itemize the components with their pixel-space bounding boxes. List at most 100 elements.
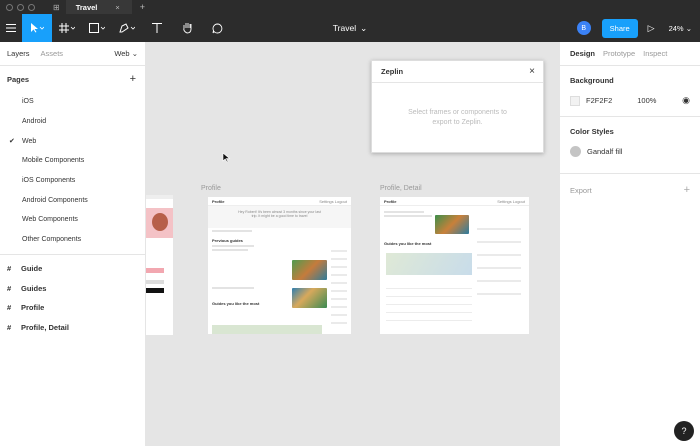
page-item-other-components[interactable]: Other Components — [0, 230, 145, 250]
page-label: Web Components — [22, 216, 78, 224]
text-tool-button[interactable] — [142, 14, 172, 42]
layer-frame-guide[interactable]: # Guide — [0, 259, 145, 279]
frame-profile-detail[interactable]: Profile Settings Logout Guides you like t… — [380, 197, 529, 334]
tab-design[interactable]: Design — [570, 49, 595, 58]
page-item-ios[interactable]: iOS — [0, 92, 145, 112]
frame-icon — [59, 23, 75, 33]
layer-label: Guide — [21, 263, 43, 273]
frame-icon: # — [7, 303, 12, 313]
hamburger-icon — [6, 24, 16, 32]
zeplin-title: Zeplin — [381, 67, 404, 76]
background-opacity-input[interactable]: 100% — [637, 96, 656, 105]
page-item-android-components[interactable]: Android Components — [0, 190, 145, 210]
frame-header: Profile Settings Logout — [208, 197, 351, 206]
toolbar: Travel ⌄ B Share ▷ 24% ⌄ — [0, 14, 700, 42]
minimize-window-button[interactable] — [17, 3, 24, 11]
zeplin-message: Select frames or components to export to… — [408, 109, 507, 126]
page-label: Other Components — [22, 236, 82, 244]
frame-profile[interactable]: Profile Settings Logout Hey Robert! It's … — [208, 197, 351, 334]
frame-text-line — [212, 249, 248, 251]
comment-tool-button[interactable] — [202, 14, 232, 42]
frame-label-profile[interactable]: Profile — [201, 185, 221, 192]
background-hex-input[interactable]: F2F2F2 — [586, 96, 612, 105]
current-page-selector[interactable]: Web ⌄ — [114, 49, 138, 58]
guides-table — [386, 281, 472, 321]
frame-label-profile-detail[interactable]: Profile, Detail — [380, 185, 422, 192]
move-tool-button[interactable] — [22, 14, 52, 42]
add-export-button[interactable]: + — [684, 184, 690, 196]
mouse-cursor-icon — [222, 152, 231, 163]
friends-list — [477, 217, 521, 299]
tab-close-icon[interactable]: × — [115, 3, 119, 12]
close-icon[interactable]: × — [529, 66, 535, 77]
frame-header-title: Profile — [384, 198, 397, 204]
zoom-dropdown[interactable]: 24% ⌄ — [669, 24, 692, 33]
color-style-item[interactable]: Gandalf fill — [570, 146, 690, 157]
help-button[interactable]: ? — [674, 421, 694, 441]
shape-tool-button[interactable] — [82, 14, 112, 42]
color-style-swatch — [570, 146, 581, 157]
guide-thumbnail — [292, 288, 327, 308]
eye-icon[interactable]: ◉ — [682, 95, 690, 106]
page-item-android[interactable]: Android — [0, 112, 145, 132]
layer-label: Profile — [21, 303, 45, 313]
frame-text-line — [212, 245, 254, 247]
title-bar: ⊞ Travel × + — [0, 0, 700, 14]
chevron-down-icon: ⌄ — [360, 22, 368, 33]
main-menu-button[interactable] — [0, 14, 22, 42]
page-item-web[interactable]: ✔ Web — [0, 131, 145, 151]
rectangle-icon — [89, 23, 105, 33]
add-page-button[interactable]: + — [130, 73, 136, 85]
avatar[interactable]: B — [576, 21, 591, 35]
page-label: Android — [22, 118, 47, 126]
hand-tool-button[interactable] — [172, 14, 202, 42]
export-section: Export + — [560, 174, 700, 206]
cursor-icon — [31, 23, 44, 33]
background-section: Background F2F2F2 100% ◉ — [560, 66, 700, 117]
frame-icon: # — [7, 263, 12, 273]
close-window-button[interactable] — [6, 3, 13, 11]
frame-tool-button[interactable] — [52, 14, 82, 42]
layer-frame-profile-detail[interactable]: # Profile, Detail — [0, 318, 145, 338]
page-item-mobile-components[interactable]: Mobile Components — [0, 151, 145, 171]
frame-banner: Hey Robert! It's been almost 3 months si… — [208, 206, 351, 228]
file-browser-icon[interactable]: ⊞ — [53, 3, 60, 12]
tab-layers[interactable]: Layers — [7, 49, 30, 58]
page-label: iOS — [22, 98, 34, 106]
frame-header-nav: Settings Logout — [497, 198, 525, 204]
background-swatch[interactable] — [570, 95, 580, 106]
layer-frame-guides[interactable]: # Guides — [0, 278, 145, 298]
pages-heading: Pages — [7, 74, 30, 84]
export-heading: Export — [570, 185, 592, 195]
zoom-window-button[interactable] — [28, 3, 35, 11]
hand-icon — [182, 23, 191, 34]
frame-header — [146, 195, 173, 199]
right-panel: Design Prototype Inspect Background F2F2… — [559, 42, 700, 446]
friends-list — [331, 244, 347, 324]
tab-prototype[interactable]: Prototype — [603, 49, 635, 58]
map-thumbnail — [212, 325, 322, 334]
tab-assets[interactable]: Assets — [41, 49, 64, 58]
tab-inspect[interactable]: Inspect — [643, 49, 667, 58]
balloon-image — [152, 213, 168, 231]
color-styles-heading: Color Styles — [570, 127, 614, 136]
zeplin-plugin-panel: Zeplin × Select frames or components to … — [371, 60, 544, 153]
pen-tool-button[interactable] — [112, 14, 142, 42]
background-heading: Background — [570, 76, 614, 85]
layer-frame-profile[interactable]: # Profile — [0, 298, 145, 318]
frame-guide-partial[interactable] — [146, 195, 173, 335]
tab-travel[interactable]: Travel × — [65, 0, 132, 14]
frame-header: Profile Settings Logout — [380, 197, 529, 206]
current-page-label: Web — [114, 49, 130, 58]
share-button[interactable]: Share — [601, 18, 638, 38]
checkmark-icon: ✔ — [9, 138, 15, 146]
left-panel: Layers Assets Web ⌄ Pages + iOS Android … — [0, 42, 146, 446]
page-label: Android Components — [22, 196, 88, 204]
comment-icon — [212, 23, 222, 33]
frame-header-title: Profile — [212, 198, 225, 204]
document-title[interactable]: Travel ⌄ — [333, 14, 367, 42]
page-item-ios-components[interactable]: iOS Components — [0, 171, 145, 191]
page-item-web-components[interactable]: Web Components — [0, 210, 145, 230]
present-play-icon[interactable]: ▷ — [648, 23, 655, 34]
new-tab-button[interactable]: + — [140, 2, 145, 12]
